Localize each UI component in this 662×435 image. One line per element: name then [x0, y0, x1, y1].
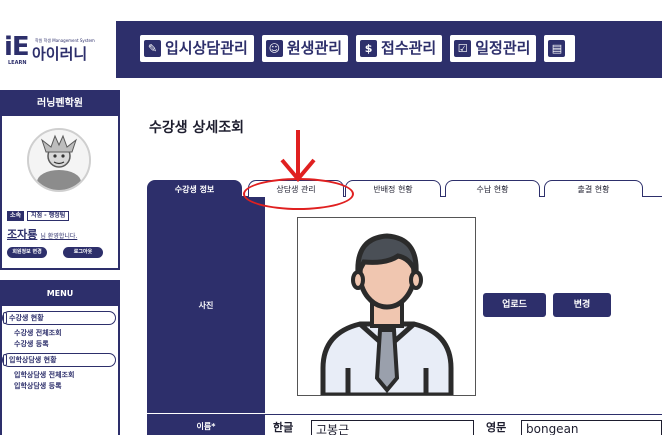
- korean-name-label: 한글: [273, 421, 294, 434]
- nav-schedule-management[interactable]: ☑ 일정관리: [450, 35, 537, 62]
- person-avatar-icon: [320, 233, 454, 395]
- user-greeting: 조자룡 님 환영합니다.: [7, 223, 77, 242]
- name-row: 한글 영문: [265, 414, 662, 435]
- greeting-text: 님 환영합니다.: [40, 233, 78, 240]
- dollar-icon: $: [360, 40, 378, 57]
- name-label: 이름*: [196, 422, 216, 431]
- menu-group-students: 수강생 현황 수강생 전체조회 수강생 등록: [2, 311, 118, 350]
- nav-document-management[interactable]: ▤: [544, 35, 576, 62]
- avatar: [27, 128, 91, 192]
- role-badge: 소속: [7, 211, 25, 221]
- role-text: 지점 - 행정팀: [27, 211, 70, 221]
- logo-learn-text: LEARN: [8, 60, 27, 66]
- highlight-ellipse: [243, 178, 354, 210]
- checklist-icon: ☑: [454, 40, 472, 57]
- photo-label: 사진: [147, 197, 265, 414]
- menu-item-consult-list[interactable]: 입학상담생 전체조회: [2, 370, 118, 381]
- nav-label: 원생관리: [286, 39, 343, 57]
- logo-mark: iE: [4, 32, 30, 62]
- tab-attendance-status[interactable]: 출결 현황: [544, 180, 643, 197]
- nav-student-management[interactable]: ☺ 원생관리: [261, 35, 349, 62]
- menu-head-consult[interactable]: 입학상담생 현황: [2, 353, 116, 367]
- top-header: iE 학원 학생 Management System 아이러니 LEARN ✎ …: [0, 21, 662, 78]
- nav-payment-management[interactable]: $ 접수관리: [356, 35, 443, 62]
- menu-panel: MENU 수강생 현황 수강생 전체조회 수강생 등록 입학상담생 현황 입학상…: [0, 280, 120, 435]
- korean-name-input[interactable]: [311, 420, 474, 435]
- logo-korean-name: 아이러니: [32, 45, 88, 63]
- label-column: 사진 이름*: [147, 197, 265, 435]
- menu-item-consult-register[interactable]: 입학상담생 등록: [2, 381, 118, 392]
- logo-subtitle: 학원 학생 Management System: [35, 38, 95, 43]
- red-arrow-down-icon: [280, 130, 316, 182]
- menu-bullet-icon: [3, 354, 7, 366]
- user-icon: ☺: [265, 40, 283, 57]
- avatar-illustration-icon: [29, 130, 89, 190]
- menu-head-students[interactable]: 수강생 현황: [2, 311, 116, 325]
- pencil-icon: ✎: [144, 40, 161, 57]
- upload-photo-button[interactable]: 업로드: [483, 293, 546, 317]
- menu-head-label: 수강생 현황: [9, 314, 44, 322]
- nav-consult-management[interactable]: ✎ 입시상담관리: [140, 35, 254, 62]
- menu-bullet-icon: [3, 312, 7, 324]
- logout-button[interactable]: 로그아웃: [63, 247, 103, 258]
- change-photo-button[interactable]: 변경: [553, 293, 611, 317]
- menu-item-student-list[interactable]: 수강생 전체조회: [2, 328, 118, 339]
- student-photo: [297, 217, 476, 396]
- profile-actions: 회원정보 변경 로그아웃: [7, 247, 103, 258]
- nav-label: 일정관리: [475, 39, 531, 57]
- sidebar: 러닝펜학원 소속 지점 - 행정팀 조자룡 님 환영합니다. 회원정보 변경 로…: [0, 90, 120, 435]
- menu-item-student-register[interactable]: 수강생 등록: [2, 339, 118, 350]
- tab-class-assignment[interactable]: 반배정 현황: [345, 180, 441, 197]
- academy-name: 러닝펜학원: [2, 92, 118, 116]
- app-window: iE 학원 학생 Management System 아이러니 LEARN ✎ …: [0, 0, 662, 435]
- menu-head-label: 입학상담생 현황: [9, 356, 57, 364]
- menu-title: MENU: [2, 282, 118, 306]
- role-row: 소속 지점 - 행정팀: [7, 211, 70, 221]
- brand-logo[interactable]: iE 학원 학생 Management System 아이러니 LEARN: [0, 21, 120, 78]
- user-name[interactable]: 조자룡: [7, 228, 37, 241]
- edit-profile-button[interactable]: 회원정보 변경: [7, 247, 47, 258]
- nav-label: 접수관리: [381, 39, 437, 57]
- page-title: 수강생 상세조회: [149, 120, 245, 136]
- tab-bar: 수강생 정보 상담생 관리 반배정 현황 수납 현황 출결 현황: [147, 180, 662, 197]
- tab-payment-status[interactable]: 수납 현황: [445, 180, 540, 197]
- top-nav: ✎ 입시상담관리 ☺ 원생관리 $ 접수관리 ☑ 일정관리 ▤: [140, 35, 576, 62]
- student-info-table: 사진 이름* 업로드 변경 한글 고봉근 영문 bongean: [147, 197, 662, 435]
- menu-group-consult: 입학상담생 현황 입학상담생 전체조회 입학상담생 등록: [2, 353, 118, 392]
- english-name-input[interactable]: [521, 420, 662, 435]
- document-icon: ▤: [548, 40, 566, 57]
- profile-panel: 러닝펜학원 소속 지점 - 행정팀 조자룡 님 환영합니다. 회원정보 변경 로…: [0, 90, 120, 270]
- nav-label: 입시상담관리: [165, 39, 248, 57]
- tab-student-info[interactable]: 수강생 정보: [147, 180, 242, 197]
- english-name-label: 영문: [486, 421, 507, 434]
